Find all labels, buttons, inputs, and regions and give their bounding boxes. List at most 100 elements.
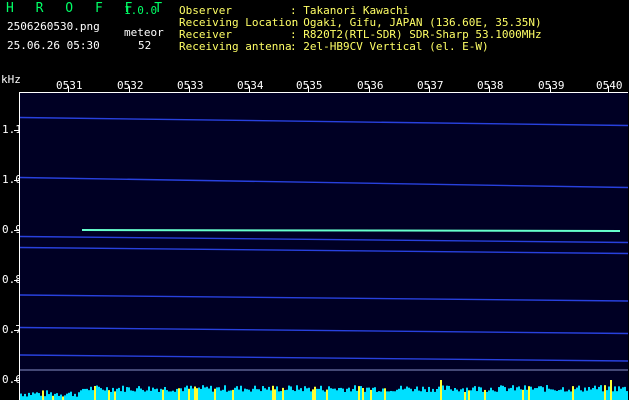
level-bar <box>568 389 570 400</box>
level-bar <box>250 391 252 400</box>
level-bar <box>304 386 306 400</box>
level-bar <box>596 389 598 400</box>
level-bar <box>204 387 206 400</box>
carrier-trace <box>20 246 628 255</box>
level-bar <box>490 387 492 400</box>
level-bar <box>28 392 30 400</box>
level-bar <box>288 385 290 400</box>
level-bar <box>214 388 216 400</box>
level-bar <box>366 387 368 400</box>
level-bar <box>422 386 424 400</box>
level-bar <box>126 387 128 400</box>
level-bar <box>92 390 94 400</box>
level-bar <box>470 390 472 400</box>
level-bar <box>336 390 338 400</box>
level-bar <box>512 385 514 400</box>
level-bar <box>294 391 296 400</box>
level-bar <box>274 389 276 400</box>
level-bar <box>542 387 544 400</box>
level-bar <box>388 391 390 400</box>
level-bar <box>502 385 504 400</box>
x-tick <box>129 86 130 92</box>
level-bar <box>56 393 58 400</box>
level-bar <box>618 386 620 400</box>
level-peak <box>440 380 442 400</box>
level-bar <box>516 387 518 400</box>
level-bar <box>212 391 214 400</box>
level-bar <box>272 385 274 400</box>
level-bar <box>616 391 618 400</box>
level-bar <box>384 388 386 400</box>
carrier-trace <box>20 294 628 302</box>
level-bar <box>338 388 340 400</box>
level-bar <box>122 385 124 400</box>
level-bar <box>552 389 554 400</box>
level-bar <box>436 388 438 400</box>
level-bar <box>202 385 204 400</box>
level-bar <box>48 394 50 400</box>
level-bar <box>228 390 230 400</box>
level-bar <box>472 387 474 400</box>
y-tick <box>14 380 19 381</box>
meteor-label: meteor <box>124 26 164 39</box>
level-bar <box>302 391 304 400</box>
level-bar <box>586 390 588 400</box>
level-bar <box>592 387 594 400</box>
level-bar <box>458 391 460 400</box>
level-bar <box>158 391 160 400</box>
level-bar <box>114 391 116 400</box>
level-bar <box>438 386 440 400</box>
level-bar <box>326 389 328 400</box>
level-bar <box>24 393 26 400</box>
level-bar <box>514 390 516 400</box>
level-bar <box>166 390 168 400</box>
level-bar <box>320 385 322 400</box>
level-bar <box>352 388 354 400</box>
level-bar <box>360 386 362 400</box>
level-bar <box>190 385 192 400</box>
level-bar <box>246 389 248 400</box>
level-bar <box>622 387 624 400</box>
level-bar <box>494 391 496 400</box>
level-bar <box>260 391 262 400</box>
level-bar <box>140 388 142 400</box>
level-bar <box>118 387 120 400</box>
level-bar <box>528 386 530 400</box>
level-bar <box>382 388 384 400</box>
level-bar <box>374 387 376 400</box>
level-bar <box>452 390 454 400</box>
level-bar <box>220 390 222 400</box>
level-bar <box>164 386 166 400</box>
x-tick <box>308 86 309 92</box>
level-bar <box>298 389 300 400</box>
level-bar <box>306 388 308 400</box>
level-bar <box>88 390 90 400</box>
x-tick-label: 0533 <box>177 79 204 92</box>
level-bar <box>20 393 22 400</box>
level-bar <box>344 391 346 400</box>
level-bar <box>38 393 40 400</box>
level-bar <box>268 386 270 400</box>
level-bar <box>312 389 314 400</box>
level-bar <box>562 387 564 400</box>
level-bar <box>44 396 46 400</box>
level-bar <box>226 391 228 400</box>
level-bar <box>532 389 534 400</box>
level-bar <box>72 396 74 400</box>
level-bar <box>560 389 562 400</box>
level-bar <box>482 391 484 400</box>
level-bar <box>410 388 412 400</box>
level-bar <box>574 389 576 400</box>
level-bar <box>194 386 196 400</box>
level-bar <box>150 390 152 400</box>
x-tick <box>550 86 551 92</box>
level-bar <box>60 394 62 400</box>
x-tick <box>249 86 250 92</box>
level-bar <box>218 387 220 400</box>
level-bar <box>402 389 404 400</box>
level-bar <box>64 395 66 400</box>
level-bar <box>160 388 162 400</box>
y-tick <box>14 230 19 231</box>
level-bar <box>188 388 190 400</box>
level-bar <box>526 389 528 400</box>
